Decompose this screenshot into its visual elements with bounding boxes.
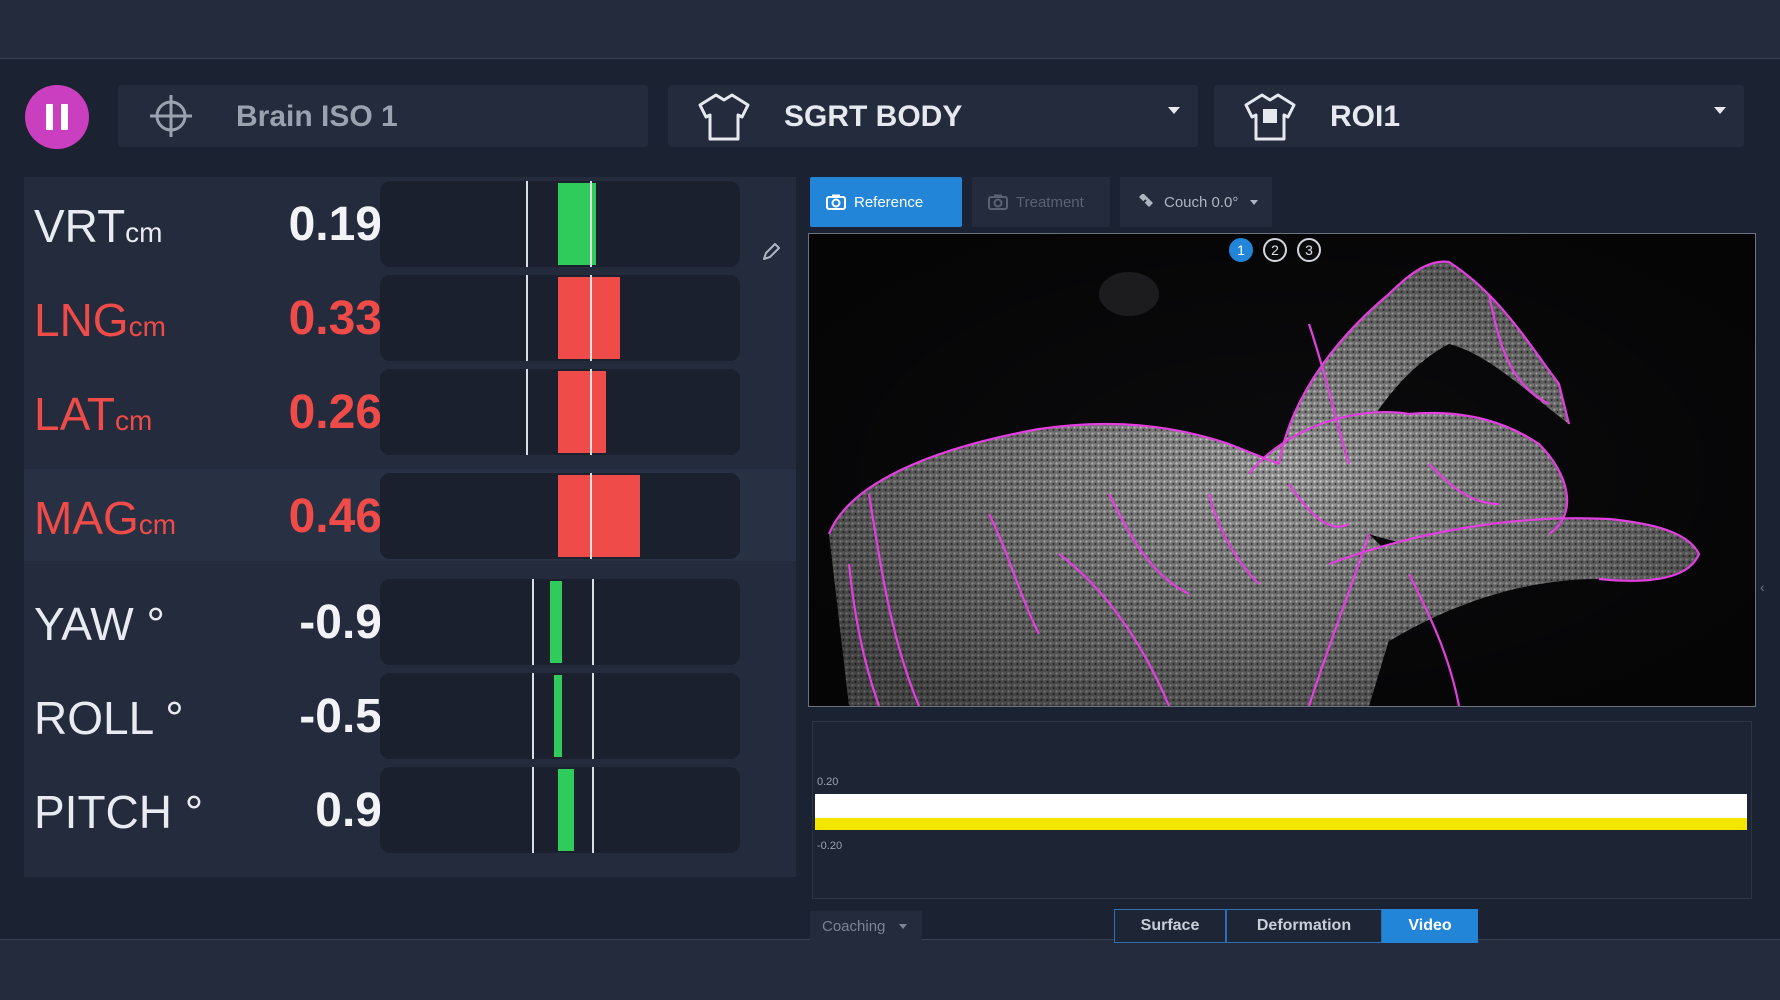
trace-band-white bbox=[815, 794, 1747, 818]
roi-shirt-icon bbox=[1244, 93, 1296, 141]
tolerance-line-right bbox=[590, 369, 592, 455]
view-page-1[interactable]: 1 bbox=[1229, 238, 1253, 262]
camera-icon bbox=[988, 194, 1008, 210]
chevron-down-icon bbox=[1250, 199, 1259, 205]
trace-band-yellow bbox=[815, 818, 1747, 830]
metric-bar bbox=[380, 369, 740, 455]
tolerance-line-right bbox=[590, 275, 592, 361]
chevron-down-icon bbox=[899, 923, 908, 929]
tolerance-line-left bbox=[532, 673, 534, 759]
coaching-label: Coaching bbox=[822, 917, 886, 935]
pause-button[interactable] bbox=[25, 85, 89, 149]
motion-trace-graph: 0.20 -0.20 bbox=[812, 721, 1752, 899]
graph-lower-label: -0.20 bbox=[817, 840, 843, 852]
metric-row-vrt: VRTcm 0.19 bbox=[24, 177, 796, 269]
sgrt-app-window: Brain ISO 1 SGRT BODY ROI1 VRTcm 0.19 LN… bbox=[0, 58, 1780, 943]
tolerance-line-right bbox=[592, 767, 594, 853]
mode-surface-button[interactable]: Surface bbox=[1114, 909, 1226, 943]
metric-bar bbox=[380, 579, 740, 665]
camera-icon bbox=[826, 194, 846, 210]
body-dropdown-label: SGRT BODY bbox=[784, 100, 963, 133]
couch-angle-label: Couch 0.0° bbox=[1164, 193, 1239, 211]
metric-bar-fill bbox=[554, 675, 562, 757]
metric-bar-fill bbox=[550, 581, 562, 663]
metric-bar bbox=[380, 673, 740, 759]
chevron-left-icon[interactable]: ‹ bbox=[1760, 579, 1765, 595]
patient-surface-image bbox=[809, 234, 1755, 706]
metric-bar bbox=[380, 181, 740, 267]
tolerance-line-left bbox=[526, 181, 528, 267]
body-surface-dropdown[interactable]: SGRT BODY bbox=[668, 85, 1198, 147]
metric-row-mag: MAGcm 0.46 bbox=[24, 469, 796, 561]
crosshair-icon bbox=[150, 95, 192, 137]
tolerance-line-left bbox=[532, 579, 534, 665]
surface-camera-view[interactable]: 1 2 3 bbox=[808, 233, 1756, 707]
chevron-down-icon bbox=[1168, 107, 1180, 114]
tolerance-line-right bbox=[590, 181, 592, 267]
tolerance-line-left bbox=[526, 275, 528, 361]
shirt-icon bbox=[698, 93, 750, 141]
metric-bar-fill bbox=[558, 475, 640, 557]
coaching-dropdown[interactable]: Coaching bbox=[810, 911, 922, 941]
metric-value: 0.33 bbox=[288, 292, 382, 345]
metric-value: 0.46 bbox=[288, 490, 382, 543]
metric-label: MAGcm bbox=[34, 492, 177, 544]
view-page-3[interactable]: 3 bbox=[1297, 238, 1321, 262]
metric-label: LNGcm bbox=[34, 294, 166, 346]
view-page-2[interactable]: 2 bbox=[1263, 238, 1287, 262]
metric-row-yaw: YAW ° -0.9 bbox=[24, 575, 796, 667]
tolerance-line-left bbox=[532, 767, 534, 853]
deltas-panel: VRTcm 0.19 LNGcm 0.33 LATcm 0.26 MAGcm 0… bbox=[24, 177, 796, 877]
metric-bar bbox=[380, 275, 740, 361]
metric-value: 0.9 bbox=[315, 784, 382, 837]
tolerance-line-right bbox=[592, 673, 594, 759]
metric-value: -0.9 bbox=[299, 596, 382, 649]
metric-value: -0.5 bbox=[299, 690, 382, 743]
metric-row-pitch: PITCH ° 0.9 bbox=[24, 763, 796, 855]
metric-label: LATcm bbox=[34, 388, 153, 440]
roi-dropdown[interactable]: ROI1 bbox=[1214, 85, 1744, 147]
pause-icon-bar-left bbox=[46, 104, 53, 130]
metric-label: VRTcm bbox=[34, 200, 163, 252]
tolerance-line-left bbox=[526, 369, 528, 455]
metric-row-lat: LATcm 0.26 bbox=[24, 365, 796, 457]
metric-row-roll: ROLL ° -0.5 bbox=[24, 669, 796, 761]
metric-label: PITCH ° bbox=[34, 786, 204, 838]
couch-angle-dropdown[interactable]: Couch 0.0° bbox=[1120, 177, 1272, 227]
metric-bar bbox=[380, 767, 740, 853]
mode-deformation-button[interactable]: Deformation bbox=[1226, 909, 1382, 943]
metric-label: ROLL ° bbox=[34, 692, 184, 744]
isocenter-selector[interactable]: Brain ISO 1 bbox=[118, 85, 648, 147]
pause-icon-bar-right bbox=[61, 104, 68, 130]
view-page-indicator: 1 2 3 bbox=[1229, 238, 1321, 262]
couch-icon bbox=[1137, 194, 1153, 209]
tab-treatment-label: Treatment bbox=[1016, 193, 1084, 211]
pencil-icon[interactable] bbox=[760, 241, 782, 263]
tab-reference[interactable]: Reference bbox=[810, 177, 962, 227]
metric-bar bbox=[380, 473, 740, 559]
tab-treatment[interactable]: Treatment bbox=[972, 177, 1110, 227]
metric-value: 0.19 bbox=[288, 198, 382, 251]
metric-row-lng: LNGcm 0.33 bbox=[24, 271, 796, 363]
tolerance-line-right bbox=[592, 579, 594, 665]
tab-reference-label: Reference bbox=[854, 193, 924, 211]
metric-bar-fill bbox=[558, 371, 606, 453]
mode-video-button[interactable]: Video bbox=[1382, 909, 1478, 943]
chevron-down-icon bbox=[1714, 107, 1726, 114]
metric-bar-fill bbox=[558, 769, 574, 851]
tolerance-line bbox=[590, 473, 592, 559]
roi-dropdown-label: ROI1 bbox=[1330, 100, 1401, 133]
isocenter-label: Brain ISO 1 bbox=[236, 100, 398, 133]
graph-upper-label: 0.20 bbox=[817, 776, 839, 788]
metric-value: 0.26 bbox=[288, 386, 382, 439]
metric-label: YAW ° bbox=[34, 598, 165, 650]
metric-bar-fill bbox=[558, 277, 620, 359]
